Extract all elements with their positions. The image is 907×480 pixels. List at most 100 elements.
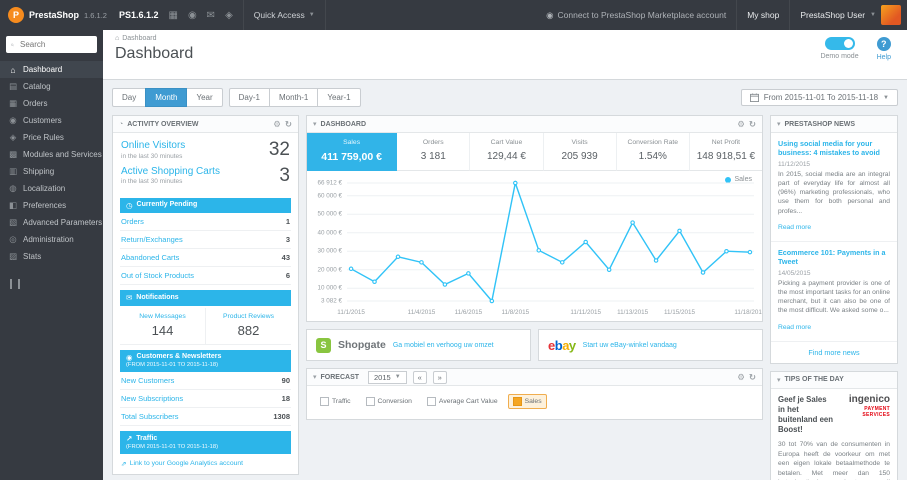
row-value: 1308 bbox=[273, 412, 290, 422]
filter-year-1-button[interactable]: Year-1 bbox=[317, 88, 361, 107]
refresh-icon[interactable]: ↻ bbox=[749, 373, 756, 382]
filter-month-button[interactable]: Month bbox=[145, 88, 188, 107]
row-label[interactable]: New Subscriptions bbox=[121, 394, 183, 403]
google-analytics-link[interactable]: ⇗ Link to your Google Analytics account bbox=[113, 454, 298, 474]
pending-row-orders: Orders 1 bbox=[120, 213, 291, 232]
chevron-down-icon[interactable]: ▾ bbox=[777, 376, 781, 384]
forecast-legend-sales[interactable]: Sales bbox=[507, 394, 547, 409]
forecast-year-select[interactable]: 2015 ▼ bbox=[368, 370, 407, 384]
prestashop-logo-icon: P bbox=[8, 7, 24, 23]
sidebar-item-price-rules[interactable]: ◈ Price Rules bbox=[0, 129, 103, 146]
news-article-title[interactable]: Ecommerce 101: Payments in a Tweet bbox=[778, 248, 890, 267]
sidebar-search[interactable] bbox=[6, 36, 97, 53]
kpi-orders[interactable]: Orders 3 181 bbox=[397, 133, 471, 171]
kpi-label: Conversion Rate bbox=[627, 139, 679, 146]
search-icon bbox=[11, 43, 14, 46]
customers-notifications-icon[interactable]: ◉ bbox=[188, 10, 197, 21]
currently-pending-header[interactable]: ◷ Currently Pending bbox=[120, 198, 291, 214]
news-article-title[interactable]: Using social media for your business: 4 … bbox=[778, 139, 890, 158]
product-reviews-cell[interactable]: Product Reviews 882 bbox=[205, 307, 291, 344]
avatar bbox=[881, 5, 901, 25]
ebay-link[interactable]: Start uw eBay-winkel vandaag bbox=[583, 342, 677, 349]
forecast-legend-conversion[interactable]: Conversion bbox=[361, 394, 417, 409]
kpi-net-profit[interactable]: Net Profit 148 918,51 € bbox=[689, 133, 762, 171]
help-icon[interactable]: ? bbox=[876, 37, 891, 51]
read-more-link[interactable]: Read more bbox=[778, 324, 811, 331]
gear-icon[interactable]: ⚙ bbox=[737, 120, 745, 129]
messages-notifications-icon[interactable]: ✉ bbox=[207, 10, 215, 21]
date-range-picker[interactable]: From 2015-11-01 To 2015-11-18 ▼ bbox=[740, 89, 898, 106]
customers-newsletters-header[interactable]: ◉ Customers & Newsletters (FROM 2015-11-… bbox=[120, 349, 291, 373]
shopgate-link[interactable]: Ga mobiel en verhoog uw omzet bbox=[393, 342, 494, 349]
sidebar-item-label: Dashboard bbox=[23, 65, 63, 74]
forecast-next-button[interactable]: » bbox=[432, 370, 447, 384]
gear-icon[interactable]: ⚙ bbox=[737, 373, 745, 382]
my-shop-link[interactable]: My shop bbox=[736, 0, 789, 30]
sidebar-item-administration[interactable]: ◎ Administration bbox=[0, 231, 103, 248]
find-more-news-link[interactable]: Find more news bbox=[771, 342, 897, 363]
refresh-icon[interactable]: ↻ bbox=[285, 120, 292, 129]
orders-icon: ▦ bbox=[8, 98, 18, 108]
orders-notifications-icon[interactable]: ▦ bbox=[168, 10, 177, 21]
sidebar-item-preferences[interactable]: ◧ Preferences bbox=[0, 197, 103, 214]
y-axis-tick: 60 000 € bbox=[317, 192, 342, 200]
new-messages-cell[interactable]: New Messages 144 bbox=[120, 308, 205, 344]
notifications-header[interactable]: ✉ Notifications bbox=[120, 290, 291, 306]
filter-year-button[interactable]: Year bbox=[186, 88, 223, 107]
left-column: ◔ ACTIVITY OVERVIEW ⚙ ↻ Online Visitors … bbox=[112, 115, 299, 475]
home-icon: ⌂ bbox=[10, 64, 16, 75]
sidebar-item-modules-and-services[interactable]: ▩ Modules and Services bbox=[0, 146, 103, 163]
tips-top: Geef je Sales in het buitenland een Boos… bbox=[778, 394, 890, 436]
kpi-cart-value[interactable]: Cart Value 129,44 € bbox=[470, 133, 544, 171]
row-label[interactable]: Total Subscribers bbox=[121, 412, 179, 421]
pending-rows: Orders 1 Return/Exchanges 3 Abandoned Ca… bbox=[120, 213, 291, 286]
row-label[interactable]: Abandoned Carts bbox=[121, 253, 179, 262]
dashboard-content: Day Month Year Day-1 Month-1 Year-1 From… bbox=[103, 80, 907, 480]
traffic-header[interactable]: ↗ Traffic (FROM 2015-11-01 TO 2015-11-18… bbox=[120, 431, 291, 454]
sidebar-collapse-icon[interactable] bbox=[10, 279, 20, 289]
forecast-legend-average-cart-value[interactable]: Average Cart Value bbox=[422, 394, 503, 409]
shopgate-name: Shopgate bbox=[338, 339, 386, 351]
sidebar-item-catalog[interactable]: ▤ Catalog bbox=[0, 78, 103, 95]
user-menu[interactable]: PrestaShop User ▼ bbox=[789, 0, 907, 30]
row-label[interactable]: New Customers bbox=[121, 376, 174, 385]
catalog-icon: ▤ bbox=[8, 81, 18, 91]
breadcrumb[interactable]: ⌂ Dashboard bbox=[115, 35, 895, 42]
chevron-down-icon[interactable]: ▾ bbox=[313, 373, 317, 381]
marketplace-link[interactable]: ◉ Connect to PrestaShop Marketplace acco… bbox=[536, 10, 736, 21]
sidebar-item-localization[interactable]: ◍ Localization bbox=[0, 180, 103, 197]
refresh-icon[interactable]: ↻ bbox=[749, 120, 756, 129]
chevron-down-icon[interactable]: ▾ bbox=[777, 120, 781, 128]
search-input[interactable] bbox=[18, 39, 92, 50]
quick-access-menu[interactable]: Quick Access ▼ bbox=[242, 0, 326, 30]
sidebar-item-orders[interactable]: ▦ Orders bbox=[0, 95, 103, 112]
filter-month-1-button[interactable]: Month-1 bbox=[268, 88, 319, 107]
sidebar-item-stats[interactable]: ▨ Stats bbox=[0, 248, 103, 265]
forecast-legend-traffic[interactable]: Traffic bbox=[315, 394, 356, 409]
sidebar-item-shipping[interactable]: ▥ Shipping bbox=[0, 163, 103, 180]
sidebar-item-advanced-parameters[interactable]: ▧ Advanced Parameters bbox=[0, 214, 103, 231]
row-label[interactable]: Out of Stock Products bbox=[121, 271, 194, 280]
kpi-visits[interactable]: Visits 205 939 bbox=[543, 133, 617, 171]
y-axis-tick: 3 082 € bbox=[320, 297, 342, 305]
sidebar-item-dashboard[interactable]: ⌂ Dashboard bbox=[0, 61, 103, 78]
forecast-prev-button[interactable]: « bbox=[412, 370, 427, 384]
updates-icon[interactable]: ◈ bbox=[225, 10, 233, 21]
filter-day-button[interactable]: Day bbox=[112, 88, 147, 107]
chevron-down-icon[interactable]: ▾ bbox=[313, 120, 317, 128]
filter-day-1-button[interactable]: Day-1 bbox=[228, 88, 270, 107]
online-visitors-row[interactable]: Online Visitors in the last 30 minutes 3… bbox=[121, 140, 290, 160]
checkbox-icon bbox=[365, 397, 375, 406]
sidebar-item-customers[interactable]: ◉ Customers bbox=[0, 112, 103, 129]
row-label[interactable]: Orders bbox=[121, 217, 144, 226]
kpi-conversion-rate[interactable]: Conversion Rate 1.54% bbox=[616, 133, 690, 171]
gear-icon[interactable]: ⚙ bbox=[273, 120, 281, 129]
row-label[interactable]: Return/Exchanges bbox=[121, 235, 183, 244]
prestashop-brand[interactable]: P PrestaShop 1.6.1.2 bbox=[0, 7, 115, 23]
active-carts-row[interactable]: Active Shopping Carts in the last 30 min… bbox=[121, 166, 290, 186]
demo-mode-toggle[interactable] bbox=[824, 37, 855, 50]
sidebar: ⌂ Dashboard ▤ Catalog ▦ Orders ◉ Custome… bbox=[0, 30, 103, 480]
read-more-link[interactable]: Read more bbox=[778, 224, 811, 231]
kpi-sales[interactable]: Sales 411 759,00 € bbox=[307, 133, 398, 171]
y-axis-tick: 30 000 € bbox=[317, 247, 342, 255]
